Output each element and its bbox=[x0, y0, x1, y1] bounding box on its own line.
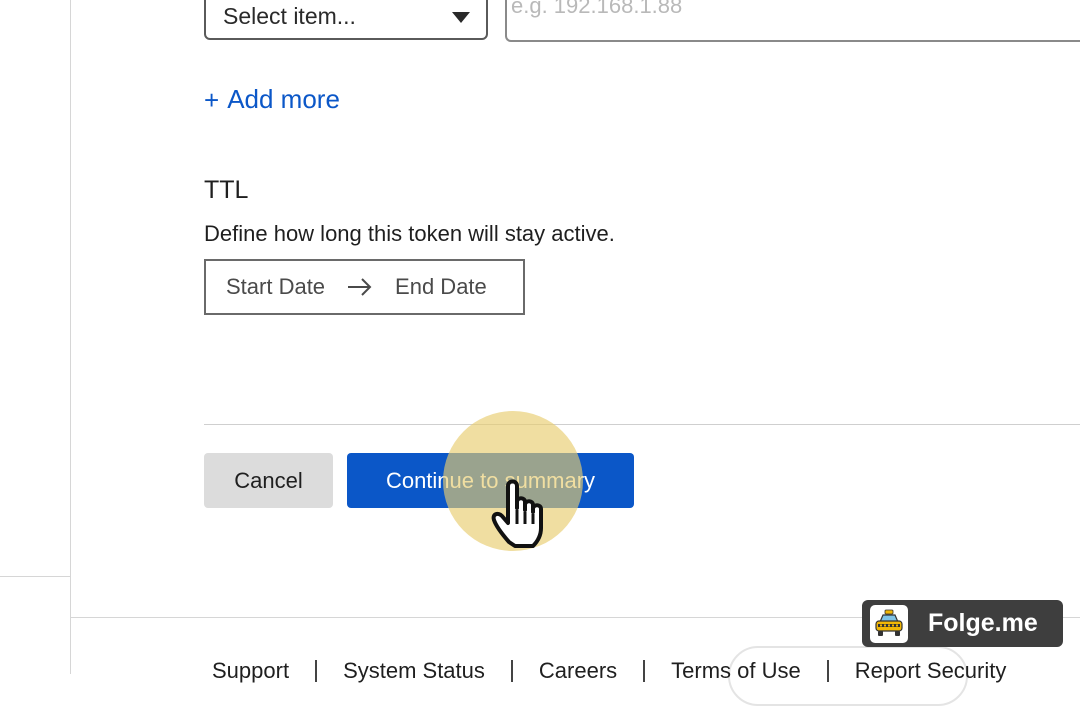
chevron-down-icon bbox=[452, 12, 470, 23]
sidebar-border bbox=[70, 0, 71, 674]
footer-link-careers[interactable]: Careers bbox=[539, 658, 617, 684]
plus-icon: + bbox=[204, 84, 220, 115]
footer-separator bbox=[510, 660, 513, 682]
ttl-heading: TTL bbox=[204, 176, 249, 204]
item-select[interactable]: Select item... bbox=[204, 0, 488, 40]
add-more-link[interactable]: + Add more bbox=[204, 84, 340, 115]
continue-to-summary-button[interactable]: Continue to summary bbox=[347, 453, 634, 508]
form-divider bbox=[204, 424, 1080, 425]
footer-separator bbox=[826, 660, 829, 682]
footer-separator bbox=[643, 660, 646, 682]
arrow-right-icon bbox=[348, 278, 372, 296]
footer-link-report-security[interactable]: Report Security bbox=[855, 658, 1007, 684]
watermark-text: Folge.me bbox=[928, 609, 1038, 637]
item-select-value: Select item... bbox=[223, 3, 356, 29]
end-date-field[interactable]: End Date bbox=[395, 274, 487, 300]
footer-link-terms[interactable]: Terms of Use bbox=[671, 658, 801, 684]
ttl-description: Define how long this token will stay act… bbox=[204, 221, 615, 246]
footer-link-support[interactable]: Support bbox=[212, 658, 289, 684]
sidebar-divider bbox=[0, 576, 70, 577]
cancel-button[interactable]: Cancel bbox=[204, 453, 333, 508]
start-date-field[interactable]: Start Date bbox=[226, 274, 325, 300]
footer-links: Support System Status Careers Terms of U… bbox=[212, 658, 1006, 684]
footer-link-system-status[interactable]: System Status bbox=[343, 658, 485, 684]
footer-separator bbox=[315, 660, 318, 682]
folge-watermark: Folge.me bbox=[862, 600, 1063, 647]
taxi-logo-icon bbox=[870, 604, 908, 643]
date-range-picker[interactable]: Start Date End Date bbox=[204, 259, 525, 315]
add-more-label: Add more bbox=[227, 84, 340, 114]
ip-address-input[interactable] bbox=[505, 0, 1080, 42]
